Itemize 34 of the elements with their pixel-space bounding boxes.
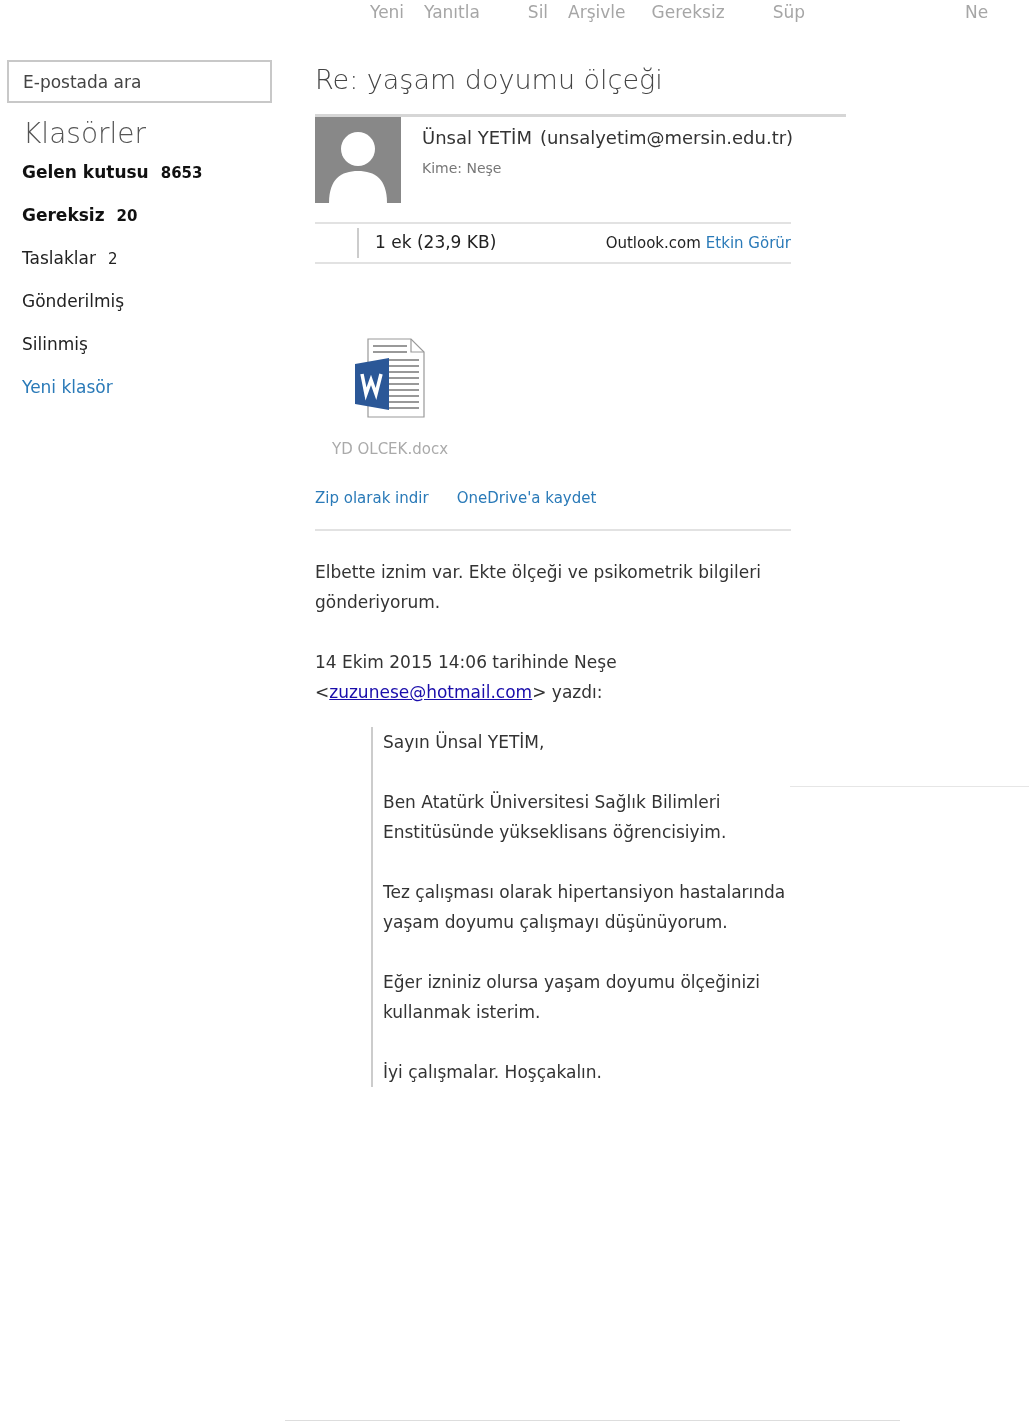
sender-name: Ünsal YETİM <box>422 127 532 148</box>
sender-email: (unsalyetim@mersin.edu.tr) <box>539 127 794 148</box>
toolbar-button[interactable]: Sil <box>527 1 549 23</box>
toolbar-button[interactable]: Arşivle <box>568 1 626 23</box>
quoted-paragraph: Tez çalışması olarak hipertansiyon hastalarında yaşam doyumu çalışmayı düşünüyorum. <box>383 881 787 934</box>
attachment-action-link[interactable]: OneDrive'a kaydet <box>456 486 597 509</box>
quoted-paragraph: Eğer izniniz olursa yaşam doyumu ölçeğinizi kullanmak isterim. <box>383 971 761 1024</box>
folder-item[interactable]: Taslaklar 2 <box>22 243 315 286</box>
message-subject: Re: yaşam doyumu ölçeği <box>315 63 664 97</box>
attachment-action-link[interactable]: Zip olarak indir <box>315 486 429 509</box>
email-link[interactable]: zuzunese@hotmail.com <box>329 682 533 702</box>
folder-item[interactable]: Gönderilmiş <box>22 286 315 329</box>
recipient-line: Kime: Neşe <box>422 159 503 178</box>
avatar-icon <box>315 117 401 203</box>
search-field[interactable]: E-postada ara <box>7 60 272 103</box>
word-document-icon[interactable] <box>355 338 425 418</box>
folders-heading: Klasörler <box>23 117 148 151</box>
folder-item[interactable]: Gereksiz 20 <box>22 200 315 243</box>
toolbar-button[interactable]: Süp <box>772 1 805 23</box>
toolbar-button[interactable]: Gereksiz <box>651 1 725 23</box>
attachment-summary: 1 ek (23,9 KB) <box>375 231 497 255</box>
viewer-link[interactable]: Etkin Görür <box>705 231 791 255</box>
folder-item[interactable]: Silinmiş <box>22 329 315 372</box>
quoted-paragraph: Sayın Ünsal YETİM, <box>383 730 546 754</box>
folder-item[interactable]: Gelen kutusu 8653 <box>22 157 315 200</box>
viewer-label: Outlook.com <box>605 232 701 254</box>
message-paragraph: Elbette iznim var. Ekte ölçeği ve psikometrik bilgileri gönderiyorum. <box>315 561 762 614</box>
quote-header: 14 Ekim 2015 14:06 tarihinde Neşe <zuzunese@hotmail.com> yazdı: <box>315 651 618 704</box>
toolbar-button[interactable]: Yeni <box>370 1 405 23</box>
new-folder-link[interactable]: Yeni klasör <box>22 372 315 413</box>
quoted-paragraph: Ben Atatürk Üniversitesi Sağlık Bilimleri Enstitüsünde yükseklisans öğrencisiyim. <box>383 790 728 844</box>
toolbar-button[interactable]: Ne <box>965 1 989 23</box>
toolbar-button[interactable]: Yanıtla <box>424 1 480 23</box>
quoted-paragraph: İyi çalışmalar. Hoşçakalın. <box>383 1061 604 1084</box>
